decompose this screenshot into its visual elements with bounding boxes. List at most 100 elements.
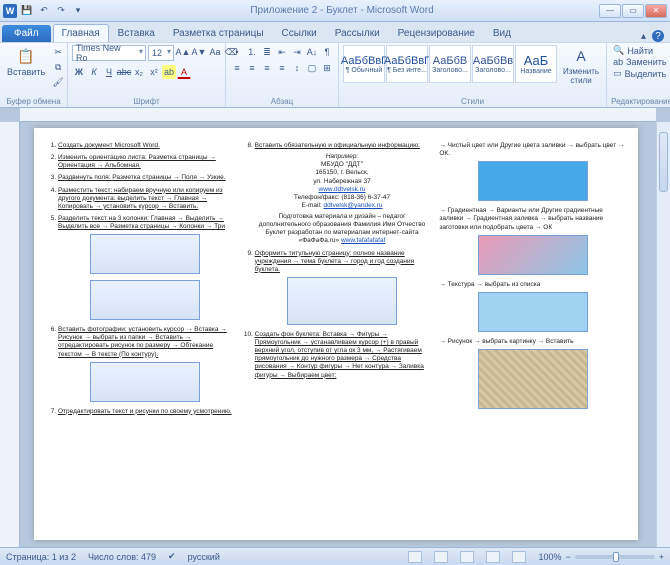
replace-button[interactable]: abЗаменить <box>611 57 668 67</box>
view-outline-button[interactable] <box>486 551 500 563</box>
tab-references[interactable]: Ссылки <box>273 24 326 42</box>
paste-icon: 📋 <box>16 46 36 66</box>
close-button[interactable]: ✕ <box>645 4 667 18</box>
source-link[interactable]: www.fafafafafaf <box>341 237 385 244</box>
maximize-button[interactable]: ▭ <box>622 4 644 18</box>
tab-mailings[interactable]: Рассылки <box>326 24 389 42</box>
status-page[interactable]: Страница: 1 из 2 <box>6 552 76 562</box>
replace-icon: ab <box>613 57 623 67</box>
tab-view[interactable]: Вид <box>484 24 520 42</box>
tab-layout[interactable]: Разметка страницы <box>164 24 273 42</box>
view-reading-button[interactable] <box>434 551 448 563</box>
change-styles-icon: A <box>571 46 591 66</box>
align-center-button[interactable]: ≡ <box>245 61 259 75</box>
increase-indent-button[interactable]: ⇥ <box>290 45 304 59</box>
redo-icon[interactable]: ↷ <box>54 4 68 18</box>
group-clipboard-label: Буфер обмена <box>4 97 63 107</box>
status-proofing-icon[interactable]: ✔ <box>168 551 176 562</box>
status-bar: Страница: 1 из 2 Число слов: 479 ✔ русск… <box>0 547 670 565</box>
tab-home[interactable]: Главная <box>53 24 109 42</box>
change-case-button[interactable]: Aa <box>208 45 222 59</box>
group-clipboard: 📋 Вставить ✂ ⧉ 🖌 Буфер обмена <box>0 43 68 107</box>
underline-button[interactable]: Ч <box>102 65 116 79</box>
line-spacing-button[interactable]: ↕ <box>290 61 304 75</box>
undo-icon[interactable]: ↶ <box>37 4 51 18</box>
style-normal[interactable]: АаБбВвГ¶ Обычный <box>343 45 385 83</box>
find-button[interactable]: 🔍Найти <box>611 45 668 56</box>
minimize-button[interactable]: — <box>599 4 621 18</box>
status-language[interactable]: русский <box>188 552 220 562</box>
align-left-button[interactable]: ≡ <box>230 61 244 75</box>
align-right-button[interactable]: ≡ <box>260 61 274 75</box>
fill-sample-texture <box>478 292 588 332</box>
style-heading1[interactable]: АаБбВЗаголово... <box>429 45 471 83</box>
decrease-indent-button[interactable]: ⇤ <box>275 45 289 59</box>
help-icon[interactable]: ? <box>652 30 664 42</box>
qat-more-icon[interactable]: ▾ <box>71 4 85 18</box>
change-styles-button[interactable]: A Изменить стили <box>560 45 602 86</box>
view-draft-button[interactable] <box>512 551 526 563</box>
select-button[interactable]: ▭Выделить <box>611 68 668 79</box>
tab-file[interactable]: Файл <box>2 25 51 42</box>
italic-button[interactable]: К <box>87 65 101 79</box>
style-no-spacing[interactable]: АаБбВвГ¶ Без инте... <box>386 45 428 83</box>
vertical-ruler[interactable] <box>0 122 20 547</box>
status-word-count[interactable]: Число слов: 479 <box>88 552 156 562</box>
style-heading2[interactable]: АаБбВвЗаголово... <box>472 45 514 83</box>
step-5: Разделить текст на 3 колонки: Главная → … <box>58 215 233 320</box>
show-marks-button[interactable]: ¶ <box>320 45 334 59</box>
paste-button[interactable]: 📋 Вставить <box>4 45 48 78</box>
tab-insert[interactable]: Вставка <box>109 24 164 42</box>
format-painter-button[interactable]: 🖌 <box>51 75 65 89</box>
save-icon[interactable]: 💾 <box>20 4 34 18</box>
step-6: Вставить фотографии: установить курсор →… <box>58 326 233 402</box>
zoom-in-button[interactable]: + <box>659 552 664 562</box>
bullets-button[interactable]: • <box>230 45 244 59</box>
sort-button[interactable]: A↓ <box>305 45 319 59</box>
bold-button[interactable]: Ж <box>72 65 86 79</box>
multilevel-button[interactable]: ≣ <box>260 45 274 59</box>
superscript-button[interactable]: x² <box>147 65 161 79</box>
strike-button[interactable]: abc <box>117 65 131 79</box>
step-8: Вставить обязательную и официальную инфо… <box>255 142 430 246</box>
font-size-combo[interactable]: 12 <box>148 45 174 61</box>
horizontal-ruler[interactable] <box>20 108 656 122</box>
email-link[interactable]: ddtvelsk@yandex.ru <box>324 202 383 209</box>
fill-option-solid: Чистый цвет или Другие цвета заливки → в… <box>439 142 626 158</box>
fill-sample-solid <box>478 161 588 201</box>
view-web-button[interactable] <box>460 551 474 563</box>
subscript-button[interactable]: x₂ <box>132 65 146 79</box>
fill-sample-picture <box>478 349 588 409</box>
numbering-button[interactable]: 1. <box>245 45 259 59</box>
font-family-combo[interactable]: Times New Ro <box>72 45 146 61</box>
font-color-button[interactable]: A <box>177 65 191 79</box>
app-icon[interactable]: W <box>3 4 17 18</box>
tab-review[interactable]: Рецензирование <box>389 24 484 42</box>
ribbon-minimize-icon[interactable]: ▴ <box>641 31 646 42</box>
zoom-slider-thumb[interactable] <box>613 552 619 562</box>
example-label: Например: <box>255 153 430 161</box>
group-paragraph: • 1. ≣ ⇤ ⇥ A↓ ¶ ≡ ≡ ≡ ≡ ↕ ▢ ⊞ Абзац <box>226 43 339 107</box>
justify-button[interactable]: ≡ <box>275 61 289 75</box>
fill-option-picture: Рисунок → выбрать картинку → Вставить <box>439 338 626 346</box>
group-styles-label: Стили <box>343 97 602 107</box>
highlight-button[interactable]: ab <box>162 65 176 79</box>
styles-gallery[interactable]: АаБбВвГ¶ Обычный АаБбВвГ¶ Без инте... Аа… <box>343 45 557 83</box>
shrink-font-button[interactable]: A▼ <box>192 45 206 59</box>
website-link[interactable]: www.ddtvelsk.ru <box>319 186 366 193</box>
group-styles: АаБбВвГ¶ Обычный АаБбВвГ¶ Без инте... Аа… <box>339 43 607 107</box>
scrollbar-thumb[interactable] <box>659 132 668 192</box>
screenshot-thumb <box>90 280 200 320</box>
vertical-scrollbar[interactable] <box>656 122 670 547</box>
zoom-out-button[interactable]: − <box>565 552 570 562</box>
grow-font-button[interactable]: A▲ <box>176 45 190 59</box>
document-page[interactable]: Создать документ Microsoft Word. Изменит… <box>34 128 638 540</box>
zoom-slider[interactable] <box>575 555 655 559</box>
view-print-layout-button[interactable] <box>408 551 422 563</box>
cut-button[interactable]: ✂ <box>51 45 65 59</box>
borders-button[interactable]: ⊞ <box>320 61 334 75</box>
style-title[interactable]: АаБНазвание <box>515 45 557 83</box>
shading-button[interactable]: ▢ <box>305 61 319 75</box>
zoom-level[interactable]: 100% <box>538 552 561 562</box>
copy-button[interactable]: ⧉ <box>51 60 65 74</box>
